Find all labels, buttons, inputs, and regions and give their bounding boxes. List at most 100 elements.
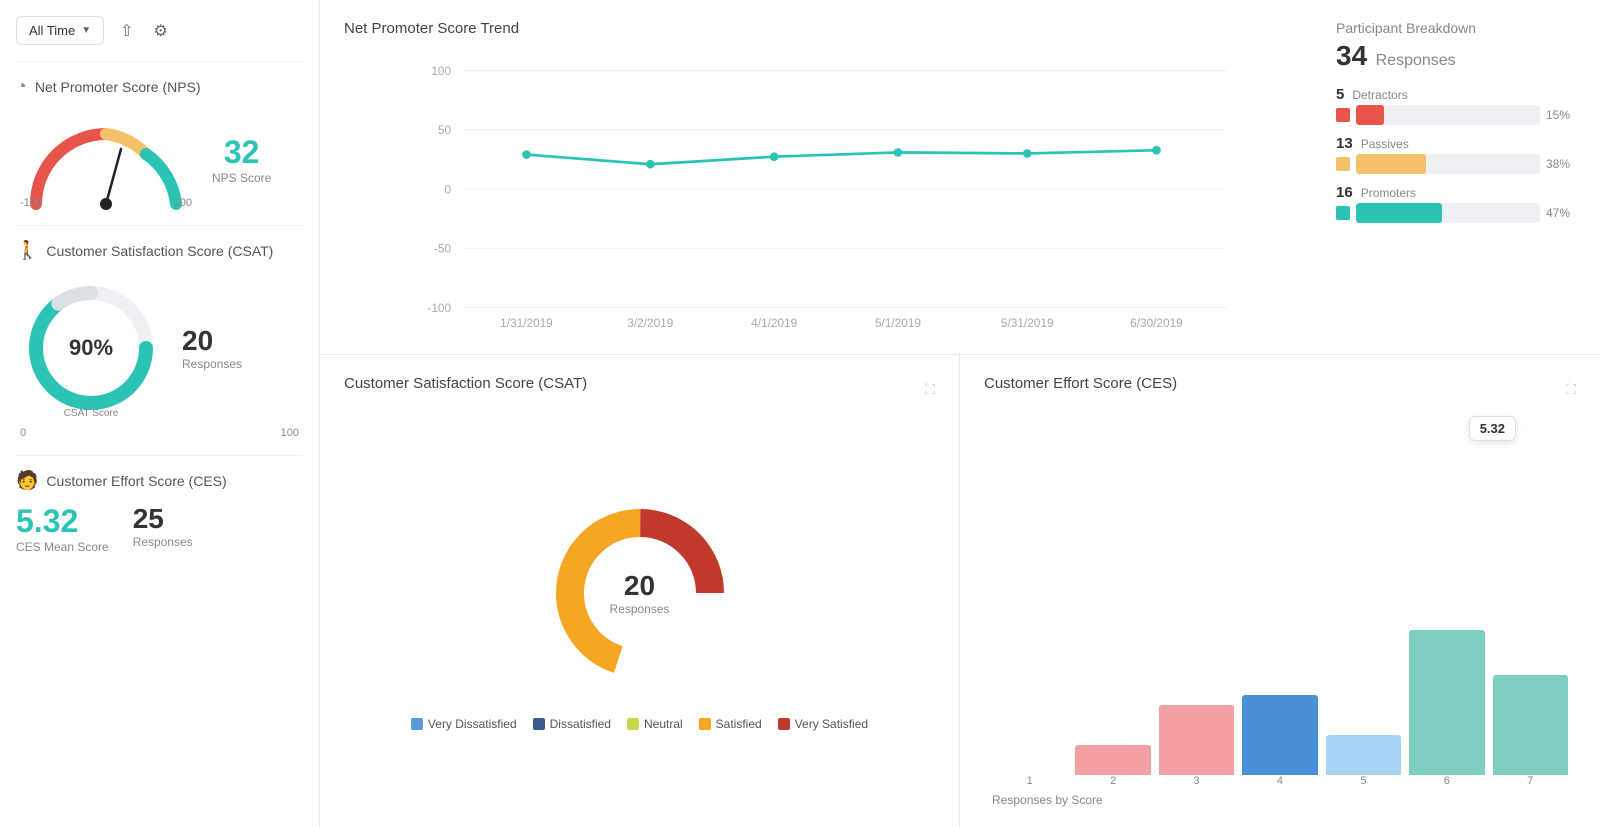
sidebar: All Time ▼ ⇧ ⚙ ◔ Net Promoter Score (NPS… xyxy=(0,0,320,827)
nps-score-box: 32 NPS Score xyxy=(212,134,271,185)
ces-x-label-5: 5 xyxy=(1326,775,1401,787)
legend-satisfied: Satisfied xyxy=(699,717,762,731)
ces-x-label-2: 2 xyxy=(1075,775,1150,787)
ces-expand-icon[interactable]: ⛶ xyxy=(1566,381,1576,398)
legend-neutral: Neutral xyxy=(627,717,683,731)
gauge-min-label: -100 xyxy=(20,197,42,209)
nps-score-value: 32 xyxy=(212,134,271,171)
ces-responses-value: 25 xyxy=(133,503,193,535)
legend-dot-very-dissatisfied xyxy=(411,718,423,730)
pb-detractors-dot xyxy=(1336,108,1350,122)
legend-label-very-satisfied: Very Satisfied xyxy=(795,717,868,731)
ces-x-label-4: 4 xyxy=(1242,775,1317,787)
svg-text:1/31/2019: 1/31/2019 xyxy=(500,316,553,329)
legend-dissatisfied: Dissatisfied xyxy=(533,717,611,731)
nps-header: ◔ Net Promoter Score (NPS) xyxy=(16,76,303,97)
pb-promoters-bar-fill xyxy=(1356,203,1442,223)
ces-stats: 5.32 CES Mean Score 25 Responses xyxy=(16,503,303,554)
pb-total: 34 xyxy=(1336,40,1367,71)
csat-responses-value: 20 xyxy=(182,325,242,357)
csat-max-label: 100 xyxy=(281,427,299,439)
ces-bar-4 xyxy=(1242,695,1317,775)
pb-detractors-count: 5 xyxy=(1336,86,1344,103)
pb-row-detractors: 5 Detractors 15% xyxy=(1336,86,1576,125)
pb-promoters-pct: 47% xyxy=(1546,206,1576,220)
csat-ring: 90% CSAT Score xyxy=(16,273,166,423)
ces-panel-header: Customer Effort Score (CES) ⛶ xyxy=(984,375,1576,404)
csat-chart-area: 20 Responses Very Dissatisfied Dissatisf… xyxy=(344,416,935,807)
nps-trend-area: Net Promoter Score Trend 100 50 0 -50 -1… xyxy=(344,20,1312,334)
ces-bar-7 xyxy=(1493,675,1568,775)
csat-legend: Very Dissatisfied Dissatisfied Neutral S… xyxy=(411,717,868,731)
pb-promoters-bar-bg xyxy=(1356,203,1540,223)
participant-breakdown-panel: Participant Breakdown 34 Responses 5 Det… xyxy=(1336,20,1576,334)
nps-trend-title: Net Promoter Score Trend xyxy=(344,20,1312,37)
ces-icon: 🧑 xyxy=(16,470,38,491)
settings-button[interactable]: ⚙ xyxy=(150,17,172,45)
csat-header: 🚶 Customer Satisfaction Score (CSAT) xyxy=(16,240,303,261)
pb-detractors-label: Detractors xyxy=(1352,88,1407,102)
pb-total-row: 34 Responses xyxy=(1336,40,1576,72)
pb-passives-pct: 38% xyxy=(1546,157,1576,171)
nps-icon: ◔ xyxy=(16,76,27,97)
svg-text:-100: -100 xyxy=(427,301,451,315)
csat-donut-num: 20 xyxy=(609,570,669,602)
ces-x-labels: 1 2 3 4 5 6 7 xyxy=(984,775,1576,787)
ces-mean-score: 5.32 xyxy=(16,503,109,540)
csat-ring-container: 90% CSAT Score 20 Responses xyxy=(16,273,303,423)
ces-bar-3 xyxy=(1159,705,1234,775)
csat-section: 🚶 Customer Satisfaction Score (CSAT) 90%… xyxy=(16,225,303,439)
ces-x-label-7: 7 xyxy=(1493,775,1568,787)
csat-responses-label: Responses xyxy=(182,357,242,371)
time-filter-label: All Time xyxy=(29,23,75,38)
pb-promoters-dot xyxy=(1336,206,1350,220)
legend-label-neutral: Neutral xyxy=(644,717,683,731)
nps-section: ◔ Net Promoter Score (NPS) -100 1 xyxy=(16,61,303,209)
filter-bar: All Time ▼ ⇧ ⚙ xyxy=(16,16,303,45)
ces-chart-panel: Customer Effort Score (CES) ⛶ 5.32 xyxy=(960,355,1600,827)
nps-gauge-container: -100 100 32 NPS Score xyxy=(16,109,303,209)
svg-text:0: 0 xyxy=(444,182,451,196)
legend-label-dissatisfied: Dissatisfied xyxy=(550,717,611,731)
legend-dot-neutral xyxy=(627,718,639,730)
pb-row-passives: 13 Passives 38% xyxy=(1336,135,1576,174)
ces-bar-fill-6 xyxy=(1409,630,1484,775)
csat-min-label: 0 xyxy=(20,427,26,439)
top-panel: Net Promoter Score Trend 100 50 0 -50 -1… xyxy=(320,0,1600,355)
share-button[interactable]: ⇧ xyxy=(116,17,137,45)
ces-bar-fill-7 xyxy=(1493,675,1568,775)
csat-icon: 🚶 xyxy=(16,240,38,261)
pb-title: Participant Breakdown xyxy=(1336,20,1576,36)
csat-panel-header: Customer Satisfaction Score (CSAT) ⛶ xyxy=(344,375,935,404)
ces-bar-fill-4 xyxy=(1242,695,1317,775)
pb-responses-label: Responses xyxy=(1376,52,1456,69)
legend-very-satisfied: Very Satisfied xyxy=(778,717,868,731)
ces-bars: 5.32 xyxy=(984,416,1576,775)
svg-text:100: 100 xyxy=(431,64,451,78)
ces-x-label-3: 3 xyxy=(1159,775,1234,787)
pb-promoters-label: Promoters xyxy=(1361,186,1416,200)
csat-chart-title: Customer Satisfaction Score (CSAT) xyxy=(344,375,587,392)
ces-tooltip: 5.32 xyxy=(1469,416,1516,441)
csat-ring-center: 90% xyxy=(69,335,113,361)
pb-passives-bar-fill xyxy=(1356,154,1426,174)
csat-donut-wrap: 20 Responses xyxy=(540,493,740,693)
time-filter-select[interactable]: All Time ▼ xyxy=(16,16,104,45)
csat-score-range: 0 100 xyxy=(16,427,303,439)
ces-bar-fill-5 xyxy=(1326,735,1401,775)
ces-bar-6 xyxy=(1409,630,1484,775)
csat-score-label: CSAT Score xyxy=(64,408,119,419)
nps-trend-svg: 100 50 0 -50 -100 1/31/2019 3/2/2019 xyxy=(344,49,1312,329)
svg-text:5/1/2019: 5/1/2019 xyxy=(875,316,921,329)
pb-promoters-count: 16 xyxy=(1336,184,1353,201)
ces-title: Customer Effort Score (CES) xyxy=(46,473,226,489)
csat-expand-icon[interactable]: ⛶ xyxy=(925,381,935,398)
ces-responses-col: 25 Responses xyxy=(133,503,193,554)
ces-mean-col: 5.32 CES Mean Score xyxy=(16,503,109,554)
csat-percentage: 90% xyxy=(69,335,113,361)
csat-chart-panel: Customer Satisfaction Score (CSAT) ⛶ xyxy=(320,355,960,827)
pb-rows: 5 Detractors 15% 13 Passive xyxy=(1336,86,1576,223)
legend-dot-very-satisfied xyxy=(778,718,790,730)
svg-text:5/31/2019: 5/31/2019 xyxy=(1001,316,1054,329)
ces-mean-label: CES Mean Score xyxy=(16,540,109,554)
